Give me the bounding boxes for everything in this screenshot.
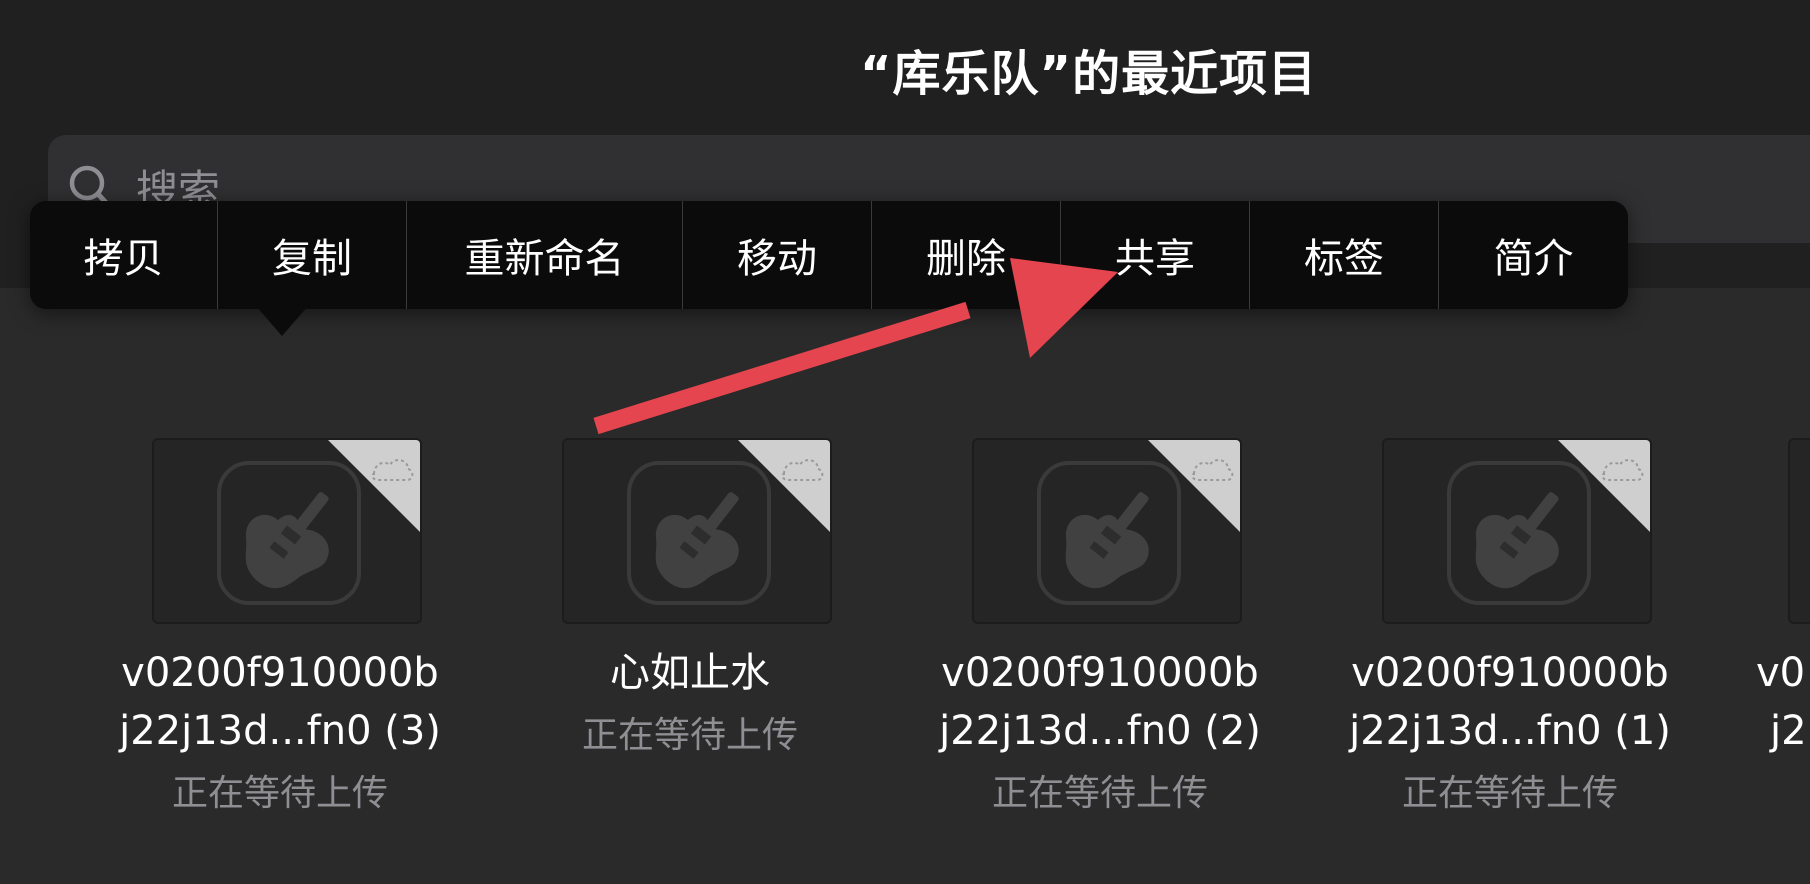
partial-document-name: v0 j2: [1756, 644, 1807, 760]
partial-document-name-line2: j2: [1770, 708, 1807, 754]
menu-item-tags[interactable]: 标签: [1250, 201, 1439, 309]
menu-item-rename[interactable]: 重新命名: [407, 201, 683, 309]
upload-status: 正在等待上传: [171, 773, 388, 814]
document-name-line1: v0200f910000b: [941, 650, 1259, 696]
upload-status: 正在等待上传: [991, 773, 1208, 814]
document-name-line2: j22j13d...fn0 (3): [119, 708, 441, 754]
document-name-line2: j22j13d...fn0 (1): [1349, 708, 1671, 754]
document-name-line2: j22j13d...fn0 (2): [939, 708, 1261, 754]
icloud-pending-corner-icon: [328, 440, 420, 532]
partial-document-item[interactable]: v0 j2: [1750, 438, 1810, 788]
icloud-pending-corner-icon: [1558, 440, 1650, 532]
document-name: v0200f910000b j22j13d...fn0 (2): [920, 644, 1280, 760]
partial-document-name-line1: v0: [1756, 650, 1806, 696]
document-name-line1: 心如止水: [610, 650, 770, 696]
document-name-line1: v0200f910000b: [121, 650, 439, 696]
menu-item-copy[interactable]: 拷贝: [30, 201, 218, 309]
icloud-pending-corner-icon: [738, 440, 830, 532]
document-name: 心如止水: [510, 644, 870, 702]
menu-item-move[interactable]: 移动: [683, 201, 872, 309]
menu-item-duplicate[interactable]: 复制: [218, 201, 407, 309]
document-name-line1: v0200f910000b: [1351, 650, 1669, 696]
menu-item-delete[interactable]: 删除: [872, 201, 1061, 309]
document-thumbnail[interactable]: [152, 438, 422, 624]
partial-document-thumbnail[interactable]: [1788, 438, 1810, 624]
page-title: “库乐队”的最近项目: [860, 46, 1318, 102]
document-thumbnail[interactable]: [562, 438, 832, 624]
context-menu: 拷贝 复制 重新命名 移动 删除 共享 标签 简介: [30, 201, 1628, 309]
menu-item-share[interactable]: 共享: [1061, 201, 1250, 309]
document-name: v0200f910000b j22j13d...fn0 (1): [1330, 644, 1690, 760]
icloud-pending-corner-icon: [1148, 440, 1240, 532]
upload-status: 正在等待上传: [581, 715, 798, 756]
files-app-screen: “库乐队”的最近项目 搜索 v0200f910000b j22j13d...fn: [0, 0, 1810, 884]
document-thumbnail[interactable]: [1382, 438, 1652, 624]
context-menu-pointer: [256, 306, 308, 336]
document-name: v0200f910000b j22j13d...fn0 (3): [100, 644, 460, 760]
menu-item-info[interactable]: 简介: [1439, 201, 1628, 309]
upload-status: 正在等待上传: [1401, 773, 1618, 814]
document-thumbnail[interactable]: [972, 438, 1242, 624]
